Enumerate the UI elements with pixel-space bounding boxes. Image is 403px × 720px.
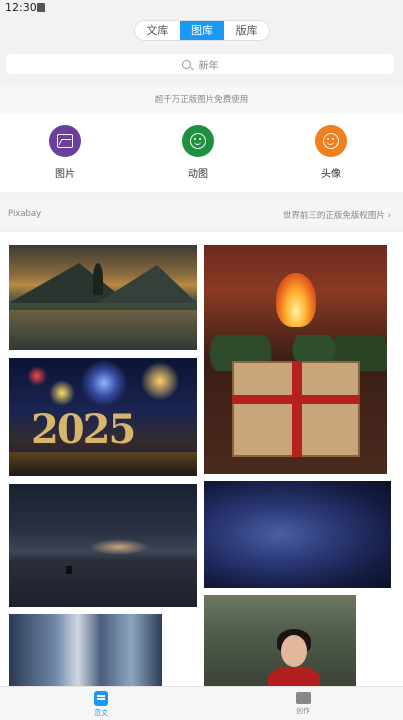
document-icon bbox=[94, 691, 108, 706]
smiley-icon bbox=[315, 125, 347, 157]
fireplace-christmas-gift-photo[interactable] bbox=[204, 245, 387, 474]
night-sky-boat-photo[interactable] bbox=[9, 484, 197, 607]
source-name: Pixabay bbox=[8, 209, 42, 219]
nav-chuangzuo[interactable]: 创作 bbox=[273, 691, 333, 716]
category-image-button[interactable]: 图片 bbox=[40, 125, 90, 180]
category-label: 图片 bbox=[55, 169, 75, 180]
create-icon bbox=[295, 692, 311, 704]
category-gif-button[interactable]: 动图 bbox=[173, 125, 223, 180]
search-placeholder: 新年 bbox=[198, 60, 219, 72]
category-label: 头像 bbox=[321, 169, 341, 180]
category-label: 动图 bbox=[188, 169, 208, 180]
tab-tuku[interactable]: 图库 bbox=[179, 21, 225, 40]
tab-wenku[interactable]: 文库 bbox=[135, 21, 180, 40]
search-bar[interactable]: 新年 bbox=[6, 54, 394, 74]
picture-icon bbox=[49, 125, 81, 157]
source-row: Pixabay 世界前三的正版免版权图片 › bbox=[0, 201, 403, 228]
status-bar: 12:30 bbox=[0, 0, 403, 16]
starry-milky-way-photo[interactable] bbox=[204, 481, 391, 588]
lake-mountains-photo[interactable] bbox=[9, 245, 197, 350]
glass-building-photo[interactable] bbox=[9, 614, 162, 686]
tab-banku[interactable]: 版库 bbox=[224, 21, 269, 40]
fireworks-2025-photo[interactable]: 2025 bbox=[9, 358, 197, 476]
nav-label: 创作 bbox=[296, 707, 310, 715]
image-grid: 2025 bbox=[0, 232, 403, 686]
source-more-link[interactable]: 世界前三的正版免版权图片 › bbox=[283, 209, 391, 221]
nav-label: 范文 bbox=[94, 709, 108, 717]
category-avatar-button[interactable]: 头像 bbox=[306, 125, 356, 180]
bottom-nav: 范文 创作 bbox=[0, 686, 403, 720]
year-text: 2025 bbox=[31, 406, 136, 453]
tagline: 超千万正版图片免费使用 bbox=[0, 87, 403, 113]
status-time: 12:30 bbox=[5, 1, 37, 14]
search-icon bbox=[181, 59, 191, 69]
notification-icon bbox=[37, 3, 45, 12]
top-tab-switcher: 文库 图库 版库 bbox=[134, 20, 270, 41]
category-row: 图片 动图 头像 bbox=[0, 113, 403, 192]
nav-fanwen[interactable]: 范文 bbox=[71, 691, 131, 718]
smiley-icon bbox=[182, 125, 214, 157]
portrait-woman-red-dress-photo[interactable] bbox=[204, 595, 356, 686]
